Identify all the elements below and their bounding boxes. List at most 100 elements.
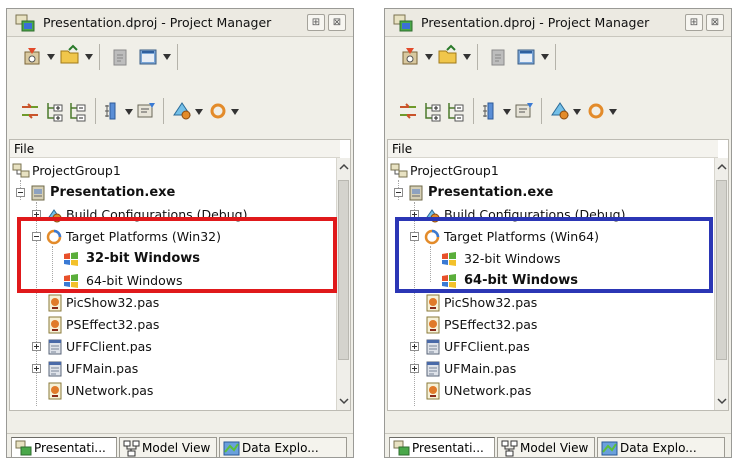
activate-icon[interactable] bbox=[399, 46, 421, 68]
project-group-icon bbox=[390, 163, 408, 178]
sync-icon[interactable] bbox=[397, 100, 419, 122]
toolbar-separator bbox=[177, 44, 178, 70]
project-manager-icon bbox=[393, 14, 413, 32]
expand-toggle-icon[interactable] bbox=[32, 342, 41, 351]
open-folder-icon[interactable] bbox=[437, 44, 459, 66]
dropdown-arrow-icon[interactable] bbox=[85, 54, 93, 60]
dropdown-arrow-icon[interactable] bbox=[609, 109, 617, 115]
view-options-icon[interactable] bbox=[515, 46, 537, 68]
tree-label: UFMain.pas bbox=[444, 361, 517, 376]
project-manager-panel-win64: Presentation.dproj - Project Manager ⊞ ⊠ bbox=[384, 8, 732, 458]
dropdown-arrow-icon[interactable] bbox=[573, 109, 581, 115]
vertical-scrollbar[interactable] bbox=[714, 158, 728, 410]
tree-row-picshow32[interactable]: PicShow32.pas bbox=[10, 292, 338, 314]
tree-label: PicShow32.pas bbox=[66, 295, 160, 310]
collapse-all-icon[interactable] bbox=[445, 100, 467, 122]
dropdown-arrow-icon[interactable] bbox=[163, 54, 171, 60]
tab-label: Presentati... bbox=[34, 441, 106, 455]
tree-row-pseffect32[interactable]: PSEffect32.pas bbox=[388, 314, 716, 336]
tree-row-picshow32[interactable]: PicShow32.pas bbox=[388, 292, 716, 314]
open-folder-icon[interactable] bbox=[59, 44, 81, 66]
tree-label: PSEffect32.pas bbox=[444, 317, 538, 332]
status-area bbox=[7, 413, 353, 431]
scroll-down-icon[interactable] bbox=[339, 396, 349, 406]
tab-project[interactable]: Presentati... bbox=[389, 437, 495, 457]
expand-toggle-icon[interactable] bbox=[410, 342, 419, 351]
remove-file-icon[interactable] bbox=[109, 46, 131, 68]
expand-toggle-icon[interactable] bbox=[32, 364, 41, 373]
tab-label: Data Explo... bbox=[242, 441, 319, 455]
dropdown-arrow-icon[interactable] bbox=[47, 54, 55, 60]
deploy-icon[interactable] bbox=[549, 100, 571, 122]
build-order-icon[interactable] bbox=[481, 100, 503, 122]
scroll-down-icon[interactable] bbox=[717, 396, 727, 406]
form-unit-icon bbox=[426, 361, 440, 377]
tree-row-unetwork[interactable]: UNetwork.pas bbox=[388, 380, 716, 402]
tree-row-unetwork[interactable]: UNetwork.pas bbox=[10, 380, 338, 402]
tree-row-presentation-exe[interactable]: Presentation.exe bbox=[10, 182, 338, 204]
expand-all-icon[interactable] bbox=[422, 100, 444, 122]
tab-data-explorer[interactable]: Data Explo... bbox=[219, 437, 347, 457]
remove-file-icon[interactable] bbox=[487, 46, 509, 68]
tab-project[interactable]: Presentati... bbox=[11, 437, 117, 457]
deploy-icon[interactable] bbox=[171, 100, 193, 122]
dropdown-arrow-icon[interactable] bbox=[503, 109, 511, 115]
tree-row-uffclient[interactable]: UFFClient.pas bbox=[388, 336, 716, 358]
tab-model-view[interactable]: Model View bbox=[497, 437, 595, 457]
expand-all-icon[interactable] bbox=[44, 100, 66, 122]
expand-toggle-icon[interactable] bbox=[410, 364, 419, 373]
collapse-toggle-icon[interactable] bbox=[394, 188, 403, 197]
close-icon[interactable]: ⊠ bbox=[706, 14, 724, 31]
tab-model-view[interactable]: Model View bbox=[119, 437, 217, 457]
activate-icon[interactable] bbox=[21, 46, 43, 68]
model-view-icon bbox=[123, 440, 140, 457]
tree-row-ufmain[interactable]: UFMain.pas bbox=[388, 358, 716, 380]
tree-row-uffclient[interactable]: UFFClient.pas bbox=[10, 336, 338, 358]
scroll-up-icon[interactable] bbox=[717, 162, 727, 172]
compile-icon[interactable] bbox=[135, 100, 157, 122]
pin-icon[interactable]: ⊞ bbox=[307, 14, 325, 31]
tree-column-header[interactable]: File bbox=[388, 140, 718, 158]
refresh-circle-icon[interactable] bbox=[585, 100, 607, 122]
compile-icon[interactable] bbox=[513, 100, 535, 122]
dropdown-arrow-icon[interactable] bbox=[463, 54, 471, 60]
dropdown-arrow-icon[interactable] bbox=[195, 109, 203, 115]
dropdown-arrow-icon[interactable] bbox=[425, 54, 433, 60]
tree-row-pseffect32[interactable]: PSEffect32.pas bbox=[10, 314, 338, 336]
tree-column-header[interactable]: File bbox=[10, 140, 340, 158]
tree-row-presentation-exe[interactable]: Presentation.exe bbox=[388, 182, 716, 204]
scrollbar-thumb[interactable] bbox=[338, 180, 349, 360]
panel-title: Presentation.dproj - Project Manager bbox=[43, 15, 272, 30]
dropdown-arrow-icon[interactable] bbox=[231, 109, 239, 115]
view-options-icon[interactable] bbox=[137, 46, 159, 68]
panel-title: Presentation.dproj - Project Manager bbox=[421, 15, 650, 30]
build-order-icon[interactable] bbox=[103, 100, 125, 122]
highlight-box bbox=[395, 217, 713, 293]
toolbar-separator bbox=[163, 98, 164, 124]
dropdown-arrow-icon[interactable] bbox=[125, 109, 133, 115]
vertical-scrollbar[interactable] bbox=[336, 158, 350, 410]
pin-icon[interactable]: ⊞ bbox=[685, 14, 703, 31]
refresh-circle-icon[interactable] bbox=[207, 100, 229, 122]
pascal-unit-icon bbox=[48, 382, 62, 400]
collapse-all-icon[interactable] bbox=[67, 100, 89, 122]
tab-data-explorer[interactable]: Data Explo... bbox=[597, 437, 725, 457]
panel-title-bar: Presentation.dproj - Project Manager ⊞ ⊠ bbox=[7, 9, 353, 37]
tab-label: Model View bbox=[520, 441, 589, 455]
project-manager-panel-win32: Presentation.dproj - Project Manager ⊞ ⊠ bbox=[6, 8, 354, 458]
tab-label: Data Explo... bbox=[620, 441, 697, 455]
pascal-unit-icon bbox=[426, 316, 440, 334]
exe-project-icon bbox=[409, 185, 423, 201]
scroll-up-icon[interactable] bbox=[339, 162, 349, 172]
dropdown-arrow-icon[interactable] bbox=[541, 54, 549, 60]
tree-row-ufmain[interactable]: UFMain.pas bbox=[10, 358, 338, 380]
toolbar-separator bbox=[477, 44, 478, 70]
tree-row-project-group[interactable]: ProjectGroup1 bbox=[388, 160, 716, 182]
scrollbar-thumb[interactable] bbox=[716, 180, 727, 360]
sync-icon[interactable] bbox=[19, 100, 41, 122]
collapse-toggle-icon[interactable] bbox=[16, 188, 25, 197]
window-buttons: ⊞ ⊠ bbox=[685, 14, 725, 31]
pascal-unit-icon bbox=[426, 294, 440, 312]
close-icon[interactable]: ⊠ bbox=[328, 14, 346, 31]
tree-row-project-group[interactable]: ProjectGroup1 bbox=[10, 160, 338, 182]
